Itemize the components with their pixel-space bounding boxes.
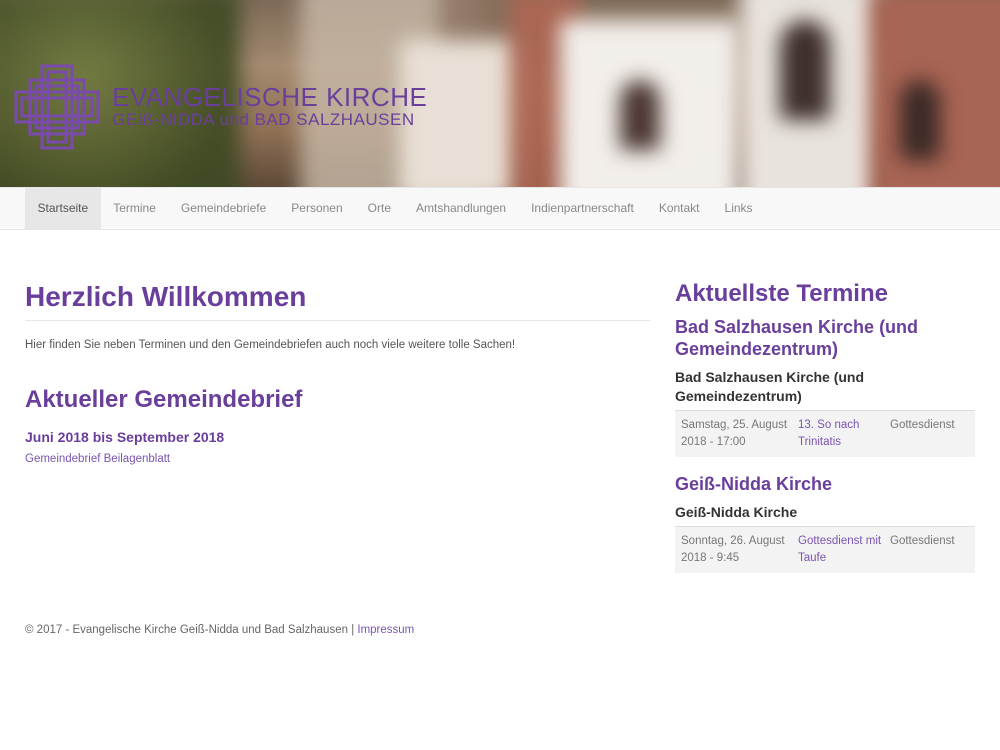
event-title-link[interactable]: 13. So nach Trinitatis	[798, 417, 890, 451]
logo-text: EVANGELISCHE KIRCHE GEIß-NIDDA und BAD S…	[112, 84, 427, 130]
intro-text: Hier finden Sie neben Terminen und den G…	[25, 339, 516, 351]
nav-item-amtshandlungen[interactable]: Amtshandlungen	[404, 188, 519, 229]
events-title: Aktuellste Termine	[675, 280, 888, 307]
newsletter-period: Juni 2018 bis September 2018	[25, 429, 225, 445]
main-content: Herzlich Willkommen Hier finden Sie nebe…	[25, 230, 650, 465]
nav-item-gemeindebriefe[interactable]: Gemeindebriefe	[168, 188, 278, 229]
event-location-heading: Geiß-Nidda Kirche	[675, 474, 833, 494]
event-row: Samstag, 25. August 2018 - 17:00 13. So …	[675, 410, 975, 457]
nav-item-termine[interactable]: Termine	[101, 188, 169, 229]
event-type: Gottesdienst	[890, 419, 955, 431]
nav-item-startseite[interactable]: Startseite	[25, 188, 101, 229]
page-title: Herzlich Willkommen	[25, 280, 650, 321]
copyright-text: © 2017 - Evangelische Kirche Geiß-Nidda …	[25, 624, 355, 636]
logo-title: EVANGELISCHE KIRCHE	[112, 82, 428, 112]
banner-background	[900, 80, 940, 160]
event-location-subheading: Geiß-Nidda Kirche	[675, 504, 798, 520]
main-navbar: Startseite Termine Gemeindebriefe Person…	[0, 187, 1000, 230]
footer: © 2017 - Evangelische Kirche Geiß-Nidda …	[25, 624, 414, 636]
upcoming-events-sidebar: Aktuellste Termine Bad Salzhausen Kirche…	[675, 280, 975, 573]
logo-subtitle: GEIß-NIDDA und BAD SALZHAUSEN	[112, 110, 415, 129]
nav-item-personen[interactable]: Personen	[279, 188, 355, 229]
nav-item-links[interactable]: Links	[712, 188, 765, 229]
event-row: Sonntag, 26. August 2018 - 9:45 Gottesdi…	[675, 526, 975, 573]
event-type: Gottesdienst	[890, 535, 955, 547]
event-location-subheading: Bad Salzhausen Kirche (und Gemeindezentr…	[675, 369, 865, 404]
banner-background	[780, 20, 830, 120]
header-banner: EVANGELISCHE KIRCHE GEIß-NIDDA und BAD S…	[0, 0, 1000, 187]
nav-item-indienpartnerschaft[interactable]: Indienpartnerschaft	[519, 188, 647, 229]
event-location-heading: Bad Salzhausen Kirche (und Gemeindezentr…	[675, 317, 919, 359]
event-group: Bad Salzhausen Kirche (und Gemeindezentr…	[675, 316, 975, 457]
banner-background	[620, 80, 660, 150]
nav-menu: Startseite Termine Gemeindebriefe Person…	[25, 188, 765, 229]
newsletter-supplement-link[interactable]: Gemeindebrief Beilagenblatt	[25, 453, 650, 465]
event-group: Geiß-Nidda Kirche Geiß-Nidda Kirche Sonn…	[675, 473, 975, 573]
event-date: Samstag, 25. August 2018 - 17:00	[681, 419, 788, 448]
nav-item-kontakt[interactable]: Kontakt	[646, 188, 712, 229]
nav-item-orte[interactable]: Orte	[355, 188, 403, 229]
event-date: Sonntag, 26. August 2018 - 9:45	[681, 535, 785, 564]
cross-logo-icon	[14, 64, 100, 150]
newsletter-heading: Aktueller Gemeindebrief	[25, 386, 303, 413]
impressum-link[interactable]: Impressum	[357, 624, 414, 636]
event-title-link[interactable]: Gottesdienst mit Taufe	[798, 533, 890, 567]
site-logo[interactable]: EVANGELISCHE KIRCHE GEIß-NIDDA und BAD S…	[14, 64, 427, 150]
